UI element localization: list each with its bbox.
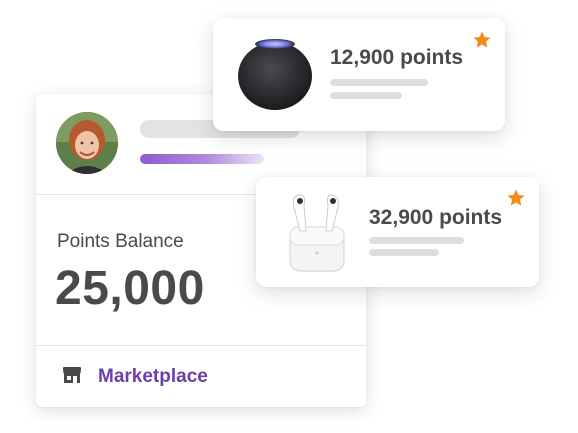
product-card[interactable]: 32,900 points — [256, 177, 539, 287]
description-placeholder — [330, 92, 402, 99]
product-card[interactable]: 12,900 points — [213, 18, 505, 131]
product-points: 12,900 points — [330, 46, 464, 69]
product-points: 32,900 points — [369, 206, 503, 229]
avatar — [56, 112, 118, 174]
description-placeholder — [330, 79, 428, 86]
points-balance-label: Points Balance — [57, 231, 184, 252]
store-icon — [62, 366, 82, 384]
marketplace-link[interactable]: Marketplace — [36, 346, 366, 406]
smart-speaker-image — [237, 36, 313, 112]
star-icon[interactable] — [506, 188, 526, 208]
description-placeholder — [369, 237, 464, 244]
description-placeholder — [369, 249, 439, 256]
marketplace-label: Marketplace — [98, 366, 208, 387]
earbuds-case-image — [284, 191, 350, 275]
star-icon[interactable] — [472, 30, 492, 50]
progress-bar — [140, 154, 264, 164]
points-balance-value: 25,000 — [55, 262, 205, 315]
